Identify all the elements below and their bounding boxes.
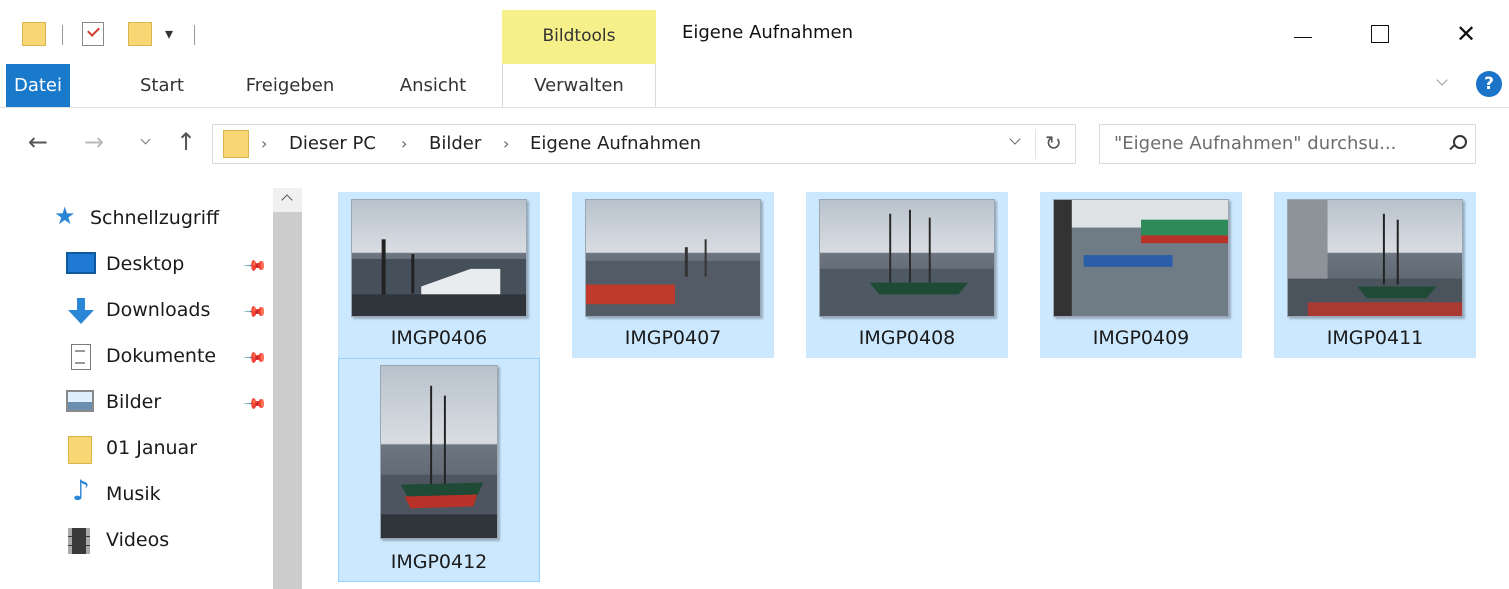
address-row: ← → ↑ › Dieser PC › Bilder › Eigene Aufn… [0, 108, 1509, 178]
breadcrumb-eigene-aufnahmen[interactable]: Eigene Aufnahmen [530, 133, 701, 154]
sidebar-scrollbar-thumb[interactable] [273, 212, 302, 589]
breadcrumb-dieser-pc[interactable]: Dieser PC [289, 133, 376, 154]
sidebar-item-label: Dokumente [106, 345, 217, 367]
forward-arrow-icon[interactable]: → [84, 128, 104, 156]
search-placeholder: "Eigene Aufnahmen" durchsu... [1114, 133, 1397, 154]
breadcrumb-separator[interactable]: › [503, 134, 509, 153]
sidebar-item-videos[interactable]: Videos [0, 520, 270, 560]
file-item[interactable]: IMGP0407 [572, 192, 774, 358]
tab-verwalten[interactable]: Verwalten [502, 64, 656, 107]
file-name: IMGP0406 [390, 327, 488, 349]
properties-check-icon[interactable] [82, 22, 104, 46]
thumbnail-frame [339, 193, 539, 323]
recent-locations-chevron-icon[interactable] [140, 136, 152, 148]
quick-access-star-icon: ★ [54, 202, 76, 230]
sidebar-item-desktop[interactable]: Desktop 📌 [0, 244, 270, 284]
pin-icon[interactable]: 📌 [242, 253, 268, 279]
breadcrumb-separator[interactable]: › [401, 134, 407, 153]
image-thumbnail [351, 199, 527, 317]
tab-ansicht[interactable]: Ansicht [384, 64, 482, 107]
pin-icon[interactable]: 📌 [242, 345, 268, 371]
music-note-icon: ♪ [72, 474, 90, 507]
sidebar-item-label: 01 Januar [106, 437, 198, 459]
sidebar-item-label: Musik [106, 483, 161, 505]
scroll-up-chevron-icon[interactable] [280, 192, 294, 204]
file-name: IMGP0408 [858, 327, 956, 349]
sidebar-item-downloads[interactable]: Downloads 📌 [0, 290, 270, 330]
customize-toolbar-chevron-icon[interactable]: ▾ [165, 24, 173, 43]
download-arrow-icon [68, 298, 94, 326]
thumbnail-frame [573, 193, 773, 323]
close-button[interactable]: ✕ [1438, 14, 1494, 54]
file-item[interactable]: IMGP0406 [338, 192, 540, 358]
contextual-group-label: Bildtools [542, 26, 616, 46]
sidebar-item-label: Videos [106, 529, 170, 551]
window-title: Eigene Aufnahmen [682, 22, 853, 43]
file-name: IMGP0407 [624, 327, 722, 349]
sidebar-item-label: Downloads [106, 299, 211, 321]
help-icon[interactable]: ? [1476, 71, 1502, 97]
image-thumbnail [1287, 199, 1463, 317]
search-icon[interactable] [1448, 135, 1467, 153]
up-arrow-icon[interactable]: ↑ [176, 128, 196, 156]
maximize-button[interactable] [1352, 14, 1408, 54]
tab-datei[interactable]: Datei [6, 64, 70, 107]
image-thumbnail [380, 365, 498, 539]
image-thumbnail [1053, 199, 1229, 317]
folder-icon [223, 130, 249, 158]
file-name: IMGP0411 [1326, 327, 1424, 349]
tab-freigeben[interactable]: Freigeben [232, 64, 348, 107]
sidebar-item-schnellzugriff[interactable]: ★ Schnellzugriff [0, 198, 270, 238]
file-item[interactable]: IMGP0409 [1040, 192, 1242, 358]
toolbar-separator [194, 25, 195, 45]
file-item[interactable]: IMGP0411 [1274, 192, 1476, 358]
desktop-icon [66, 252, 96, 274]
address-history-chevron-icon[interactable] [1009, 135, 1021, 147]
title-bar: ▾ Bildtools Eigene Aufnahmen ✕ [0, 0, 1509, 64]
toolbar-separator [62, 25, 63, 45]
image-thumbnail [819, 199, 995, 317]
file-name: IMGP0409 [1092, 327, 1190, 349]
file-item[interactable]: IMGP0412 [338, 358, 540, 582]
back-arrow-icon[interactable]: ← [28, 128, 48, 156]
pin-icon[interactable]: 📌 [242, 391, 268, 417]
new-folder-icon[interactable] [128, 22, 152, 46]
sidebar-item-01-januar[interactable]: 01 Januar [0, 428, 270, 468]
search-input[interactable]: "Eigene Aufnahmen" durchsu... [1099, 124, 1476, 164]
refresh-icon[interactable]: ↻ [1045, 131, 1062, 155]
thumbnail-frame [807, 193, 1007, 323]
pin-icon[interactable]: 📌 [242, 299, 268, 325]
expand-ribbon-chevron-icon[interactable] [1436, 76, 1448, 88]
sidebar-item-label: Desktop [106, 253, 185, 275]
sidebar-item-label: Bilder [106, 391, 162, 413]
thumbnail-frame [1041, 193, 1241, 323]
breadcrumb-bilder[interactable]: Bilder [429, 133, 481, 154]
document-icon [71, 344, 91, 370]
file-view: IMGP0406 IMGP0407 IMGP0408 IMGP0409 IMGP… [302, 178, 1509, 589]
minimize-button[interactable] [1275, 14, 1331, 54]
breadcrumb-separator[interactable]: › [261, 134, 267, 153]
sidebar-item-bilder[interactable]: Bilder 📌 [0, 382, 270, 422]
image-thumbnail [585, 199, 761, 317]
ribbon-tab-bar: Datei Start Freigeben Ansicht Verwalten [0, 64, 1509, 108]
thumbnail-frame [339, 359, 539, 545]
video-film-icon [68, 528, 90, 554]
address-divider [1035, 129, 1036, 159]
sidebar-item-label: Schnellzugriff [90, 207, 220, 229]
file-item[interactable]: IMGP0408 [806, 192, 1008, 358]
folder-icon[interactable] [22, 22, 46, 46]
sidebar-item-musik[interactable]: ♪ Musik [0, 474, 270, 514]
folder-icon [68, 436, 92, 464]
address-bar[interactable]: › Dieser PC › Bilder › Eigene Aufnahmen … [212, 124, 1076, 164]
pictures-icon [66, 390, 94, 412]
navigation-pane: ★ Schnellzugriff Desktop 📌 Downloads 📌 D… [0, 178, 302, 589]
thumbnail-frame [1275, 193, 1475, 323]
file-name: IMGP0412 [390, 551, 488, 573]
sidebar-item-dokumente[interactable]: Dokumente 📌 [0, 336, 270, 376]
tab-start[interactable]: Start [122, 64, 202, 107]
